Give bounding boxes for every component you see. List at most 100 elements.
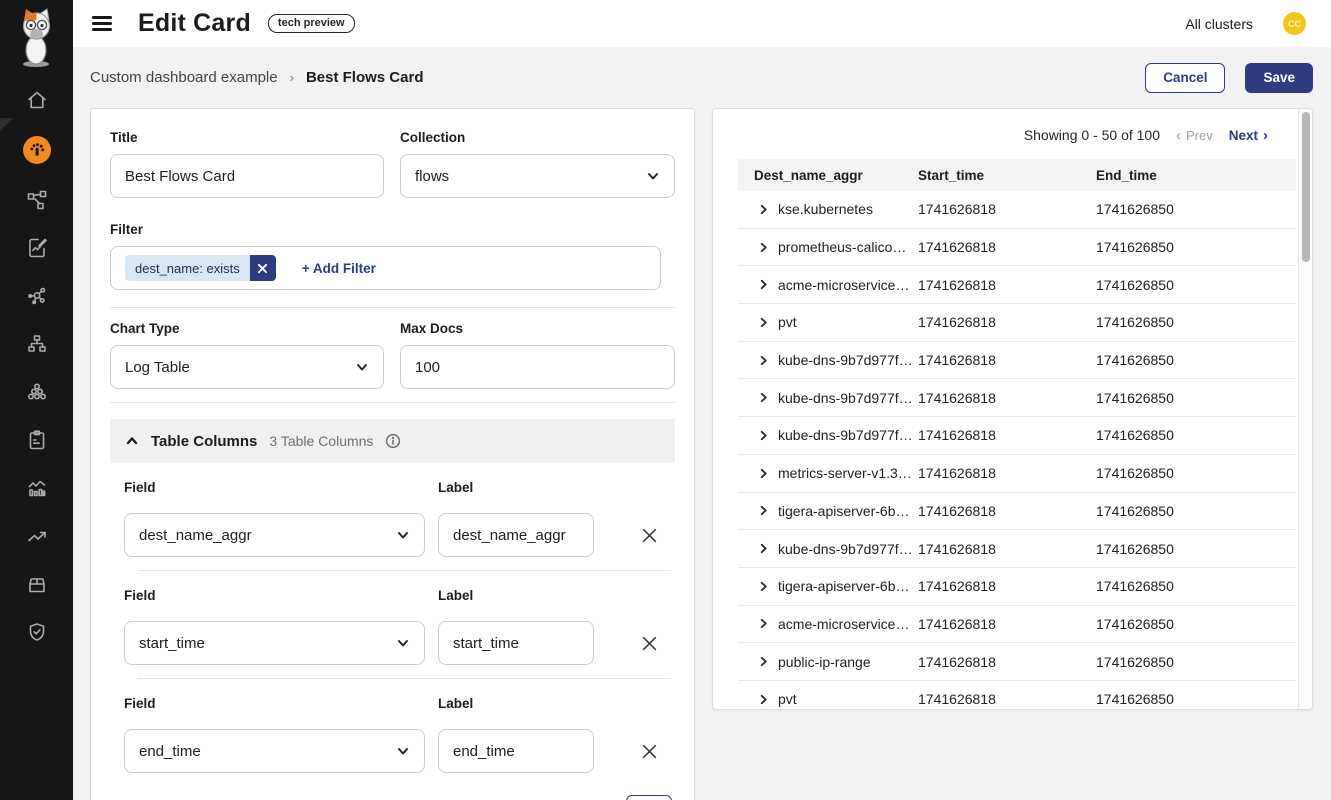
table-row[interactable]: acme-microservice…17416268181741626850 — [738, 266, 1296, 304]
remove-filter-icon[interactable] — [250, 255, 276, 281]
table-row[interactable]: prometheus-calico…17416268181741626850 — [738, 229, 1296, 267]
expand-row-icon — [758, 505, 769, 516]
chevron-down-icon — [396, 636, 410, 650]
add-column-button[interactable] — [626, 795, 672, 800]
service-graph-icon[interactable] — [23, 188, 51, 212]
screen: Edit Card tech preview All clusters CC C… — [0, 0, 1331, 800]
save-button[interactable]: Save — [1245, 63, 1313, 93]
breadcrumb-parent[interactable]: Custom dashboard example — [90, 69, 278, 86]
collection-select[interactable]: flows — [400, 154, 675, 198]
table-row[interactable]: kube-dns-9b7d977f…17416268181741626850 — [738, 342, 1296, 380]
hamburger-menu-icon[interactable] — [92, 16, 112, 31]
cancel-button[interactable]: Cancel — [1145, 63, 1225, 93]
edit-card-form-panel: Title Collection flows Filter dest_name:… — [90, 108, 695, 800]
table-body: kse.kubernetes17416268181741626850 prome… — [738, 191, 1296, 710]
filter-chip-text: dest_name: exists — [125, 255, 250, 281]
table-row[interactable]: kse.kubernetes17416268181741626850 — [738, 191, 1296, 229]
column-row: Field Label end_time — [124, 696, 675, 773]
add-filter-link[interactable]: + Add Filter — [302, 261, 376, 276]
divider — [138, 570, 671, 571]
filter-box[interactable]: dest_name: exists + Add Filter — [110, 246, 661, 290]
preview-panel: Showing 0 - 50 of 100 ‹ Prev Next › Dest… — [712, 108, 1313, 710]
header-end-time: End_time — [1096, 168, 1157, 183]
expand-row-icon — [758, 430, 769, 441]
label-input[interactable] — [438, 513, 594, 557]
bar-chart-icon[interactable] — [23, 476, 51, 500]
cluster-dots-icon[interactable] — [23, 380, 51, 404]
chevron-down-icon — [396, 528, 410, 542]
title-input[interactable] — [110, 154, 384, 198]
title-label: Title — [110, 130, 384, 145]
field-select[interactable]: end_time — [124, 729, 425, 773]
shield-check-icon[interactable] — [23, 620, 51, 644]
label-label: Label — [438, 696, 473, 711]
expand-row-icon — [758, 279, 769, 290]
expand-row-icon — [758, 242, 769, 253]
table-row[interactable]: tigera-apiserver-6b…17416268181741626850 — [738, 493, 1296, 531]
sidebar — [0, 0, 73, 800]
clipboard-icon[interactable] — [23, 428, 51, 452]
column-row: Field Label start_time — [124, 588, 675, 679]
calico-cat-logo[interactable] — [11, 8, 62, 68]
preview-table: Dest_name_aggr Start_time End_time kse.k… — [738, 159, 1296, 710]
expand-row-icon — [758, 543, 769, 554]
field-select[interactable]: start_time — [124, 621, 425, 665]
report-edit-icon[interactable] — [23, 236, 51, 260]
remove-column-icon[interactable] — [639, 633, 659, 653]
label-label: Label — [438, 480, 473, 495]
table-row[interactable]: pvt17416268181741626850 — [738, 681, 1296, 710]
storage-box-icon[interactable] — [23, 572, 51, 596]
field-select[interactable]: dest_name_aggr — [124, 513, 425, 557]
showing-text: Showing 0 - 50 of 100 — [1024, 127, 1160, 143]
field-label: Field — [124, 480, 438, 495]
expand-row-icon — [758, 204, 769, 215]
expand-row-icon — [758, 468, 769, 479]
cluster-selector[interactable]: All clusters — [1185, 16, 1253, 32]
header-dest-name-aggr: Dest_name_aggr — [738, 168, 918, 183]
chart-type-select[interactable]: Log Table — [110, 345, 384, 389]
remove-column-icon[interactable] — [639, 525, 659, 545]
chevron-up-icon — [125, 434, 139, 448]
molecule-icon[interactable] — [23, 284, 51, 308]
next-button[interactable]: Next › — [1229, 128, 1268, 143]
prev-button[interactable]: ‹ Prev — [1176, 128, 1213, 143]
label-input[interactable] — [438, 729, 594, 773]
expand-row-icon — [758, 392, 769, 403]
table-columns-accordion[interactable]: Table Columns 3 Table Columns — [110, 419, 675, 463]
expand-row-icon — [758, 618, 769, 629]
gauge-dashboard-icon[interactable] — [23, 136, 51, 164]
table-row[interactable]: metrics-server-v1.3…17416268181741626850 — [738, 455, 1296, 493]
chevron-down-icon — [355, 360, 369, 374]
table-row[interactable]: kube-dns-9b7d977f…17416268181741626850 — [738, 379, 1296, 417]
max-docs-input[interactable] — [400, 345, 675, 389]
top-bar: Edit Card tech preview All clusters CC — [73, 0, 1331, 47]
info-icon[interactable] — [385, 433, 401, 449]
scrollbar-thumb[interactable] — [1302, 112, 1310, 262]
table-row[interactable]: public-ip-range17416268181741626850 — [738, 643, 1296, 681]
hierarchy-icon[interactable] — [23, 332, 51, 356]
expand-row-icon — [758, 355, 769, 366]
sidebar-nav — [0, 88, 73, 644]
table-row[interactable]: kube-dns-9b7d977f…17416268181741626850 — [738, 417, 1296, 455]
chevron-down-icon — [396, 744, 410, 758]
home-icon[interactable] — [23, 88, 51, 112]
user-avatar[interactable]: CC — [1283, 12, 1306, 35]
vertical-scrollbar — [1298, 109, 1312, 709]
page-title: Edit Card — [138, 9, 251, 38]
table-row[interactable]: pvt17416268181741626850 — [738, 304, 1296, 342]
chevron-right-icon: › — [1263, 128, 1268, 143]
column-row: Field Label dest_name_aggr — [124, 480, 675, 571]
breadcrumb-separator: › — [290, 70, 294, 85]
table-row[interactable]: acme-microservice…17416268181741626850 — [738, 606, 1296, 644]
expand-row-icon — [758, 581, 769, 592]
label-input[interactable] — [438, 621, 594, 665]
remove-column-icon[interactable] — [639, 741, 659, 761]
table-row[interactable]: kube-dns-9b7d977f…17416268181741626850 — [738, 530, 1296, 568]
breadcrumb: Custom dashboard example › Best Flows Ca… — [90, 69, 423, 86]
table-header: Dest_name_aggr Start_time End_time — [738, 159, 1296, 191]
trend-up-icon[interactable] — [23, 524, 51, 548]
table-row[interactable]: tigera-apiserver-6b…17416268181741626850 — [738, 568, 1296, 606]
expand-row-icon — [758, 317, 769, 328]
table-columns-title: Table Columns — [151, 433, 257, 450]
chevron-down-icon — [646, 169, 660, 183]
